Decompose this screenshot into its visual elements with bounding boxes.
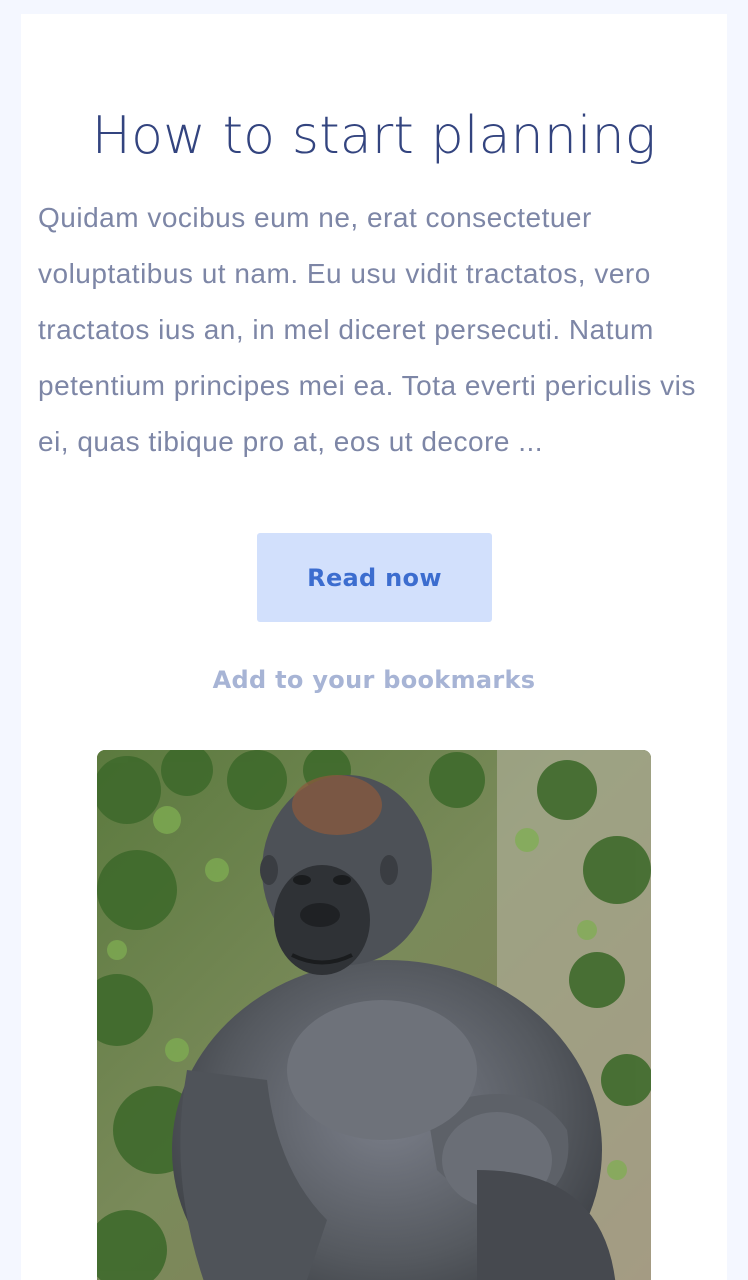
add-bookmark-link[interactable]: Add to your bookmarks <box>21 666 727 694</box>
article-image <box>97 750 651 1280</box>
article-title: How to start planning <box>91 106 657 166</box>
article-excerpt: Quidam vocibus eum ne, erat consectetuer… <box>38 202 696 457</box>
gorilla-photo <box>97 750 651 1280</box>
article-card: How to start planning Quidam vocibus eum… <box>21 14 727 1280</box>
read-now-button[interactable]: Read now <box>257 533 492 622</box>
